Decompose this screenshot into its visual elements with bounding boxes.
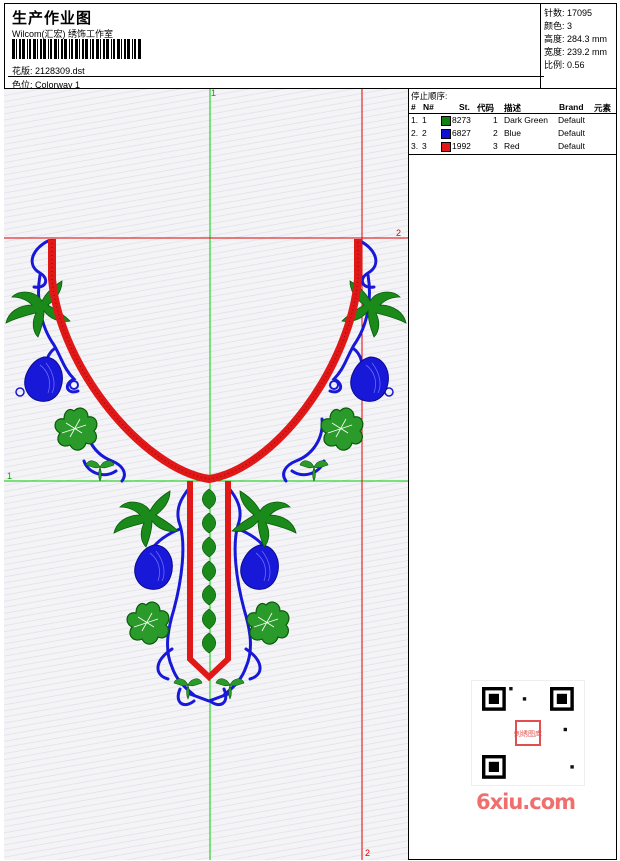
table-row[interactable]: 3. 3 1992 3 Red Default bbox=[409, 141, 617, 154]
row-code: 3 bbox=[493, 141, 498, 151]
row-num: 1. bbox=[411, 115, 419, 125]
color-swatch bbox=[441, 129, 451, 139]
grape-leaf-right-upper bbox=[320, 407, 364, 451]
placket-leaves bbox=[201, 488, 217, 654]
row-code: 1 bbox=[493, 115, 498, 125]
row-desc: Dark Green bbox=[504, 115, 548, 125]
blue-drop-center-right bbox=[240, 544, 279, 590]
row-num: 3. bbox=[411, 141, 419, 151]
design-label: 花版: bbox=[12, 66, 33, 76]
row-num: 2. bbox=[411, 128, 419, 138]
barcode-icon bbox=[12, 39, 141, 59]
col-header-num: # bbox=[411, 102, 416, 112]
stat-colors: 颜色: 3 bbox=[544, 21, 573, 31]
stat-width: 宽度: 239.2 mm bbox=[544, 47, 608, 57]
row-n: 3 bbox=[422, 141, 427, 151]
design-stats: 针数: 17095 颜色: 3 高度: 284.3 mm 宽度: 239.2 m… bbox=[540, 3, 617, 89]
row-desc: Red bbox=[504, 141, 520, 151]
design-value: 2128309.dst bbox=[35, 66, 85, 76]
embroidery-design: 1 1 2 2 bbox=[4, 89, 408, 860]
grape-leaf-right-lower bbox=[246, 601, 290, 645]
design-canvas[interactable]: 1 1 2 2 bbox=[4, 89, 409, 860]
col-header-brand: Brand bbox=[559, 102, 584, 112]
guide-label-v1: 1 bbox=[211, 89, 216, 98]
blue-drop-center-left bbox=[134, 544, 173, 590]
row-code: 2 bbox=[493, 128, 498, 138]
row-stitches: 8273 bbox=[452, 115, 471, 125]
qr-code: 刺绣图库 bbox=[471, 680, 585, 786]
leaf-center-right bbox=[231, 490, 297, 548]
row-brand: Default bbox=[558, 141, 585, 151]
row-desc: Blue bbox=[504, 128, 522, 138]
design-line: 花版: 2128309.dst bbox=[12, 64, 85, 77]
color-swatch bbox=[441, 116, 451, 126]
grape-leaf-left-upper bbox=[54, 407, 98, 451]
red-neckline bbox=[48, 239, 362, 484]
row-stitches: 6827 bbox=[452, 128, 471, 138]
stop-sequence-title: 停止顺序: bbox=[411, 91, 448, 101]
row-n: 2 bbox=[422, 128, 427, 138]
watermark-logo: 6xiu.com bbox=[476, 790, 576, 814]
loop-left bbox=[15, 387, 25, 397]
stat-scale: 比例: 0.56 bbox=[544, 60, 585, 70]
neckline-stitch bbox=[51, 239, 359, 480]
vine-curl bbox=[329, 380, 339, 390]
row-n: 1 bbox=[422, 115, 427, 125]
guide-label-h1: 1 bbox=[7, 471, 12, 481]
stat-height: 高度: 284.3 mm bbox=[544, 34, 608, 44]
row-brand: Default bbox=[558, 128, 585, 138]
row-brand: Default bbox=[558, 115, 585, 125]
stat-stitches: 针数: 17095 bbox=[544, 8, 593, 18]
vine-curl bbox=[69, 380, 79, 390]
blue-vines bbox=[30, 239, 378, 706]
grape-leaf-left-lower bbox=[126, 601, 170, 645]
guide-label-h2: 2 bbox=[396, 228, 401, 238]
blue-drop-right bbox=[350, 356, 389, 402]
color-swatch bbox=[441, 142, 451, 152]
qr-stamp-text: 刺绣图库 bbox=[514, 729, 542, 738]
table-row[interactable]: 1. 1 8273 1 Dark Green Default bbox=[409, 115, 617, 128]
small-leaf bbox=[299, 460, 329, 482]
table-divider bbox=[409, 113, 617, 114]
row-stitches: 1992 bbox=[452, 141, 471, 151]
col-header-n: N# bbox=[423, 102, 434, 112]
table-row[interactable]: 2. 2 6827 2 Blue Default bbox=[409, 128, 617, 141]
blue-drop-left bbox=[24, 356, 63, 402]
stop-sequence-panel: 停止顺序: # N# St. 代码 描述 Brand 元素 1. 1 8273 … bbox=[409, 89, 617, 155]
guide-label-v2: 2 bbox=[365, 848, 370, 858]
col-header-st: St. bbox=[459, 102, 470, 112]
page-title: 生产作业图 bbox=[12, 10, 93, 27]
leaf-center-left bbox=[113, 490, 179, 548]
qr-code-icon: 刺绣图库 bbox=[482, 687, 574, 779]
header-divider bbox=[8, 76, 544, 77]
header: 生产作业图 Wilcom(汇宏) 绣饰工作室 花版: 2128309.dst 色… bbox=[4, 3, 617, 90]
